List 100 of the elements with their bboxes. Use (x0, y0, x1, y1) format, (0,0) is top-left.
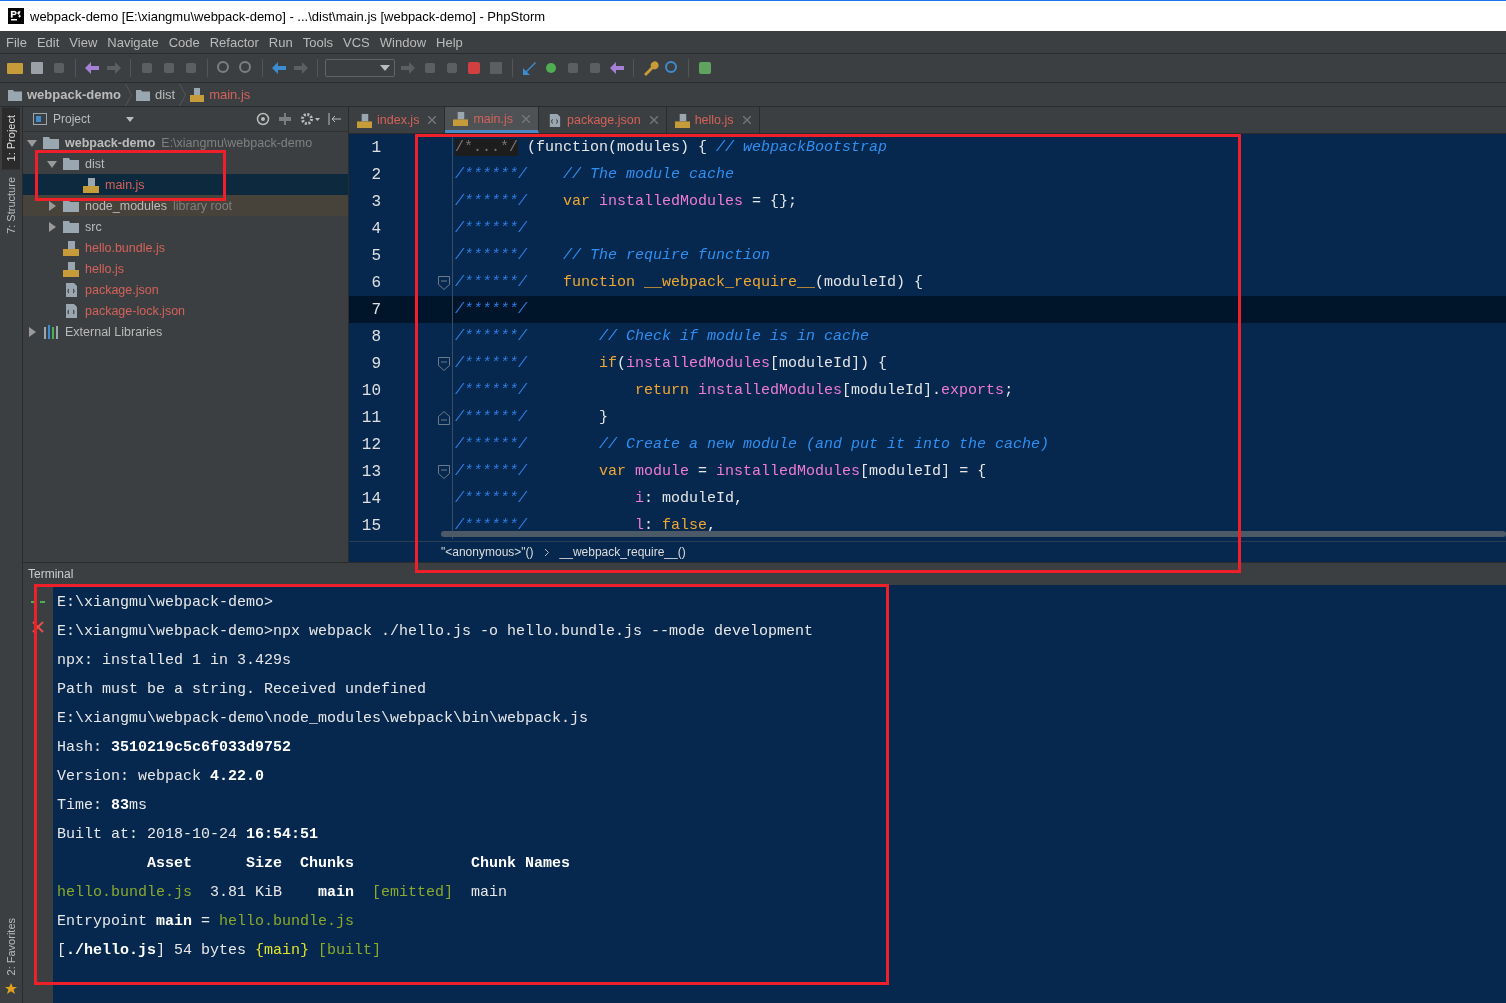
settings-icon[interactable] (300, 112, 320, 126)
code-line: /******/ } (454, 409, 609, 426)
run-icon[interactable] (399, 59, 417, 77)
star-icon (5, 983, 17, 995)
json-file-icon (63, 281, 79, 298)
tree-item[interactable]: package.json (23, 279, 348, 300)
close-icon[interactable] (649, 116, 658, 124)
horizontal-scrollbar[interactable] (441, 531, 1506, 537)
caret-icon (126, 116, 135, 122)
terminal-line: hello.bundle.js 3.81 KiB main [emitted] main (57, 883, 509, 903)
code-line: /******/ var installedModules = {}; (454, 193, 798, 210)
new-session-icon[interactable] (31, 599, 45, 605)
menu-item[interactable]: Refactor (209, 34, 259, 50)
breadcrumb-item[interactable]: "<anonymous>"() (441, 545, 534, 559)
code-line: /******/ (454, 301, 527, 318)
editor-tab[interactable]: package.json (539, 107, 667, 133)
tool-window-tab[interactable]: 7: Structure (2, 169, 20, 243)
menu-item[interactable]: Help (436, 34, 463, 50)
menu-item[interactable]: Code (168, 34, 200, 50)
line-number: 7 (370, 300, 381, 319)
expand-arrow-icon[interactable] (27, 326, 37, 337)
line-number: 9 (370, 354, 381, 373)
line-number: 1 (370, 138, 381, 157)
code-line: /******/ var module = installedModules[moduleId] = { (454, 463, 987, 480)
editor-tab[interactable]: hello.js (666, 107, 760, 133)
menu-item[interactable]: Run (268, 34, 293, 50)
tool-window-tab[interactable]: 2: Favorites (2, 909, 20, 983)
expand-arrow-icon[interactable] (47, 200, 57, 211)
library-icon (43, 324, 59, 339)
menu-item[interactable]: Window (379, 34, 427, 50)
js-file-icon (190, 87, 205, 102)
line-number: 5 (370, 246, 381, 265)
tree-item[interactable]: hello.bundle.js (23, 237, 348, 258)
close-icon[interactable] (522, 114, 530, 123)
folder-icon (63, 157, 79, 170)
locate-icon[interactable] (256, 112, 270, 126)
menu-item[interactable]: Edit (36, 34, 60, 50)
tool-window-tab[interactable]: 1: Project (2, 107, 20, 170)
window-title: webpack-demo [E:\xiangmu\webpack-demo] - ...\dist\main.js [webpack-demo] - PhpStorm (30, 8, 546, 24)
project-view-dropdown[interactable]: Project (33, 112, 135, 126)
breadcrumb-item[interactable]: dist (135, 87, 176, 102)
menu-item[interactable]: Tools (302, 34, 334, 50)
close-icon[interactable] (742, 116, 751, 124)
chevron-icon (179, 83, 187, 106)
breadcrumb-item[interactable]: __webpack_require__() (559, 545, 686, 559)
line-number: 3 (370, 192, 381, 211)
code-line: /******/ // The module cache (454, 166, 735, 183)
code-line: /******/ (454, 220, 527, 237)
folder-icon (135, 88, 150, 101)
fold-icon[interactable] (438, 464, 450, 479)
run-config-dropdown[interactable] (325, 59, 395, 77)
fold-icon[interactable] (438, 356, 450, 371)
menu-item[interactable]: File (6, 34, 27, 50)
forward-icon[interactable] (292, 59, 310, 77)
js-file-icon (453, 111, 469, 126)
line-number: 12 (360, 435, 381, 454)
code-line: /*...*/ (function(modules) { // webpackBootstrap (454, 139, 888, 156)
hide-panel-icon[interactable] (328, 112, 342, 126)
line-number: 6 (370, 273, 381, 292)
tree-item[interactable]: External Libraries (23, 321, 348, 342)
tree-item[interactable]: main.js (23, 174, 348, 195)
code-line: /******/ // Check if module is in cache (454, 328, 870, 345)
menu-item[interactable]: Navigate (107, 34, 159, 50)
folder-icon (63, 220, 79, 233)
fold-icon[interactable] (438, 275, 450, 290)
tree-item[interactable]: node_modules library root (23, 195, 348, 216)
tree-item[interactable]: package-lock.json (23, 300, 348, 321)
close-icon[interactable] (32, 621, 44, 633)
tree-item[interactable]: webpack-demo E:\xiangmu\webpack-demo (23, 132, 348, 153)
menu-item[interactable]: View (69, 34, 98, 50)
fold-icon[interactable] (438, 410, 450, 425)
close-icon[interactable] (428, 116, 437, 124)
panel-icon (33, 113, 47, 125)
app-logo-icon (8, 8, 24, 24)
terminal-line: E:\xiangmu\webpack-demo\node_modules\webpack\bin\webpack.js (57, 709, 590, 729)
code-line: /******/ return installedModules[moduleId].exports; (454, 382, 1014, 399)
json-file-icon (63, 302, 79, 319)
tree-item[interactable]: hello.js (23, 258, 348, 279)
stop-icon[interactable] (487, 59, 505, 77)
menu-item[interactable]: VCS (343, 34, 370, 50)
code-line: /******/ i: moduleId, (454, 490, 744, 507)
panel-title: Terminal (28, 567, 74, 581)
line-number: 2 (370, 165, 381, 184)
breadcrumb-item[interactable]: main.js (190, 87, 251, 102)
tree-item[interactable]: dist (23, 153, 348, 174)
js-file-icon (83, 176, 99, 193)
js-file-icon (357, 112, 372, 128)
terminal-line: E:\xiangmu\webpack-demo> (57, 593, 275, 613)
folder-icon (8, 88, 22, 101)
breadcrumb-item[interactable]: webpack-demo (8, 87, 121, 102)
update-icon[interactable] (520, 59, 538, 77)
line-number: 8 (370, 327, 381, 346)
tree-item[interactable]: src (23, 216, 348, 237)
collapse-arrow-icon[interactable] (47, 158, 57, 169)
redo-icon[interactable] (105, 59, 123, 77)
json-file-icon (547, 112, 562, 128)
js-file-icon (674, 112, 690, 128)
collapse-arrow-icon[interactable] (27, 137, 37, 148)
expand-arrow-icon[interactable] (47, 221, 57, 232)
line-number: 15 (360, 516, 381, 535)
